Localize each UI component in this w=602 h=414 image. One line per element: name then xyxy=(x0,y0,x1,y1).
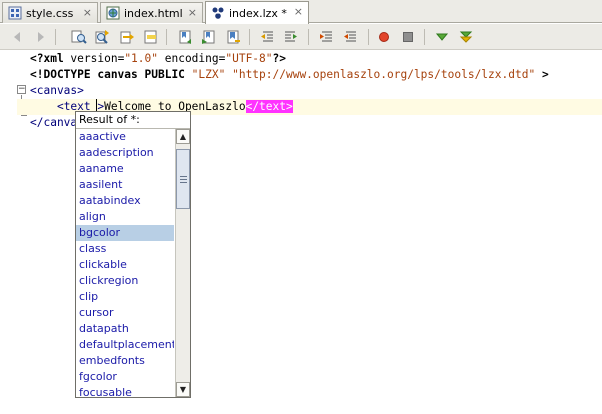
forward-icon[interactable] xyxy=(31,29,47,45)
validate-xml-icon[interactable] xyxy=(458,29,474,45)
back-icon[interactable] xyxy=(11,29,27,45)
find-next-icon[interactable] xyxy=(119,29,135,45)
stop-macro-icon[interactable] xyxy=(400,29,416,45)
toggle-bookmark-icon[interactable] xyxy=(225,29,241,45)
editor-toolbar xyxy=(0,24,602,50)
completion-item[interactable]: cursor xyxy=(76,305,174,321)
css-file-icon xyxy=(8,6,22,20)
completion-item[interactable]: aaactive xyxy=(76,129,174,145)
completion-item[interactable]: focusable xyxy=(76,385,174,397)
toolbar-separator xyxy=(55,29,56,45)
previous-bookmark-icon[interactable] xyxy=(177,29,193,45)
toolbar-separator xyxy=(424,29,425,45)
close-icon[interactable]: × xyxy=(294,5,303,18)
tab-style-css[interactable]: style.css × xyxy=(2,2,98,23)
completion-item[interactable]: fgcolor xyxy=(76,369,174,385)
completion-item[interactable]: clickregion xyxy=(76,273,174,289)
xml-attr-value: "1.0" xyxy=(124,52,158,65)
completion-item[interactable]: aasilent xyxy=(76,177,174,193)
doctype-close: > xyxy=(535,68,549,81)
start-macro-icon[interactable] xyxy=(376,29,392,45)
scroll-up-icon[interactable]: ▲ xyxy=(176,129,190,144)
toolbar-separator xyxy=(166,29,167,45)
code-line-1: <?xml version="1.0" encoding="UTF-8"?> xyxy=(30,51,286,67)
toolbar-separator xyxy=(308,29,309,45)
find-selection-icon[interactable] xyxy=(71,29,87,45)
xml-attr-name: encoding= xyxy=(158,52,226,65)
canvas-close-tag: </canva xyxy=(30,116,78,129)
toolbar-separator xyxy=(249,29,250,45)
scroll-thumb[interactable] xyxy=(176,149,190,209)
comment-icon[interactable] xyxy=(319,29,335,45)
editor-tab-bar: style.css × index.html × index.lzx * × xyxy=(0,0,602,24)
shift-left-icon[interactable] xyxy=(259,29,275,45)
tab-label: index.lzx * xyxy=(229,6,287,20)
grip-line xyxy=(180,179,187,180)
xml-attr-name: version= xyxy=(70,52,125,65)
completion-item[interactable]: aatabindex xyxy=(76,193,174,209)
completion-header: Result of *: xyxy=(76,112,190,129)
code-line-5: </canva xyxy=(30,115,77,131)
completion-item[interactable]: aadescription xyxy=(76,145,174,161)
line-gutter xyxy=(0,51,16,414)
doctype-system-id: "http://www.openlaszlo.org/lps/tools/lzx… xyxy=(232,68,536,81)
canvas-open-tag: <canvas> xyxy=(30,84,84,97)
tab-label: index.html xyxy=(124,6,183,20)
toggle-highlight-icon[interactable] xyxy=(143,29,159,45)
next-bookmark-icon[interactable] xyxy=(201,29,217,45)
find-previous-icon[interactable] xyxy=(94,29,110,45)
doctype-public-id: "LZX" xyxy=(191,68,226,81)
xml-decl-open: <?xml xyxy=(30,52,71,65)
completion-item[interactable]: clip xyxy=(76,289,174,305)
completion-item[interactable]: aaname xyxy=(76,161,174,177)
check-xml-icon[interactable] xyxy=(434,29,450,45)
close-icon[interactable]: × xyxy=(83,6,92,19)
code-line-3: <canvas> xyxy=(30,83,84,99)
completion-scrollbar[interactable]: ▲ ▼ xyxy=(175,129,190,397)
completion-list[interactable]: aaactive aadescription aaname aasilent a… xyxy=(76,129,174,397)
tab-index-html[interactable]: index.html × xyxy=(100,2,203,23)
text-close-tag-highlight: </text> xyxy=(245,100,293,113)
completion-item[interactable]: align xyxy=(76,209,174,225)
xml-attr-value: "UTF-8" xyxy=(225,52,273,65)
completion-item[interactable]: datapath xyxy=(76,321,174,337)
fold-toggle-icon[interactable]: − xyxy=(17,85,26,94)
tab-index-lzx[interactable]: index.lzx * × xyxy=(205,1,309,24)
completion-item[interactable]: embedfonts xyxy=(76,353,174,369)
html-file-icon xyxy=(106,6,120,20)
close-icon[interactable]: × xyxy=(188,6,197,19)
uncomment-icon[interactable] xyxy=(343,29,359,45)
grip-line xyxy=(180,182,187,183)
xml-decl-close: ?> xyxy=(272,52,286,65)
completion-item-selected[interactable]: bgcolor xyxy=(76,225,174,241)
tab-label: style.css xyxy=(26,6,74,20)
completion-item[interactable]: clickable xyxy=(76,257,174,273)
doctype-keyword: <!DOCTYPE canvas PUBLIC xyxy=(30,68,192,81)
grip-line xyxy=(180,176,187,177)
scroll-down-icon[interactable]: ▼ xyxy=(176,382,190,397)
fold-guide-end xyxy=(21,115,27,116)
lzx-file-icon xyxy=(212,7,224,19)
completion-item[interactable]: defaultplacement xyxy=(76,337,174,353)
toolbar-separator xyxy=(368,29,369,45)
shift-right-icon[interactable] xyxy=(283,29,299,45)
code-line-2: <!DOCTYPE canvas PUBLIC "LZX" "http://ww… xyxy=(30,67,549,83)
completion-item[interactable]: class xyxy=(76,241,174,257)
code-completion-popup[interactable]: Result of *: aaactive aadescription aana… xyxy=(75,111,191,398)
